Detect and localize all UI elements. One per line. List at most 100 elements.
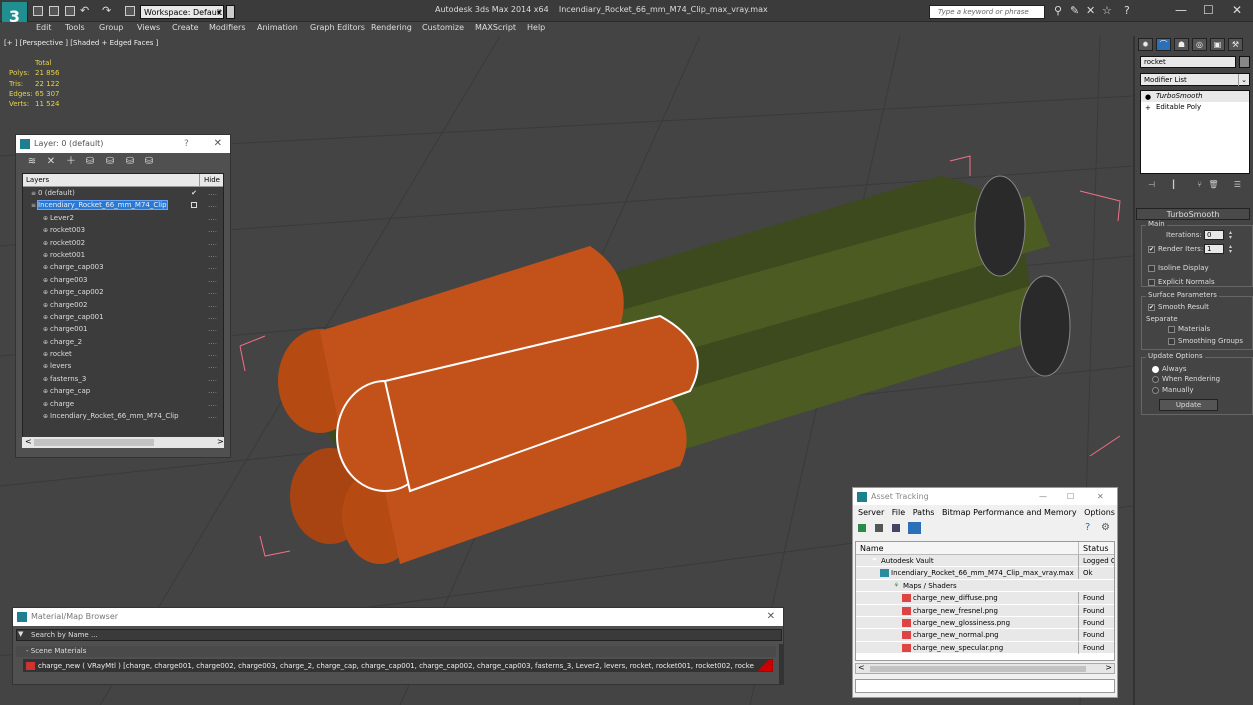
menu-edit[interactable]: Edit <box>36 23 52 32</box>
menu-help[interactable]: Help <box>527 23 545 32</box>
layer-row[interactable]: ⊕ rocket001.... <box>23 249 223 261</box>
layer-row[interactable]: ⊕ rocket.... <box>23 348 223 360</box>
col-status[interactable]: Status <box>1078 542 1114 555</box>
material-row[interactable]: charge_new ( VRayMtl ) [charge, charge00… <box>23 659 773 672</box>
asset-row[interactable]: ⚘ Maps / Shaders <box>856 579 1114 593</box>
close-icon[interactable]: ✕ <box>214 135 222 153</box>
hide-toggle[interactable]: .... <box>208 286 217 298</box>
menu-graph-editors[interactable]: Graph Editors <box>310 23 365 32</box>
layer-row[interactable]: ⊕ charge_cap003.... <box>23 261 223 273</box>
col-layers[interactable]: Layers <box>26 176 49 184</box>
refresh-icon[interactable] <box>858 524 866 532</box>
binoculars-icon[interactable]: ⚲ <box>1054 5 1062 16</box>
list-view-icon[interactable] <box>875 524 883 532</box>
highlight-layer-icon[interactable]: ⛁ <box>104 156 116 168</box>
search-options-icon[interactable]: ▼ <box>18 630 23 638</box>
hide-toggle[interactable]: .... <box>208 410 217 422</box>
light-bulb-icon[interactable]: ● <box>1145 92 1151 102</box>
col-hide[interactable]: Hide <box>199 174 221 186</box>
asset-row[interactable]: charge_new_specular.png Found <box>856 641 1114 655</box>
menu-create[interactable]: Create <box>172 23 199 32</box>
menu-maxscript[interactable]: MAXScript <box>475 23 516 32</box>
stack-item-editable-poly[interactable]: + Editable Poly <box>1141 102 1249 113</box>
scroll-right-icon[interactable]: > <box>1105 663 1112 672</box>
layer-row[interactable]: ⊕ Lever2.... <box>23 212 223 224</box>
workspace-dropdown[interactable]: Workspace: Default ▾ <box>140 5 224 19</box>
favorites-star-icon[interactable]: ☆ <box>1102 5 1112 16</box>
hide-toggle[interactable]: .... <box>208 373 217 385</box>
hide-toggle[interactable]: .... <box>208 212 217 224</box>
display-tab-icon[interactable]: ▣ <box>1210 38 1225 51</box>
hide-toggle[interactable]: .... <box>208 199 217 211</box>
layer-row[interactable]: ⊕ charge002.... <box>23 299 223 311</box>
render-iters-spinner[interactable]: 1 <box>1204 244 1224 254</box>
update-button[interactable]: Update <box>1159 399 1218 411</box>
modifier-list-dropdown[interactable]: Modifier List ⌄ <box>1140 73 1250 86</box>
close-icon[interactable]: ✕ <box>1097 488 1104 505</box>
manually-radio[interactable] <box>1152 387 1159 394</box>
menu-rendering[interactable]: Rendering <box>371 23 412 32</box>
hide-toggle[interactable]: .... <box>208 348 217 360</box>
scroll-thumb[interactable] <box>870 666 1086 672</box>
hide-toggle[interactable]: .... <box>208 336 217 348</box>
layer-row[interactable]: ≡ 0 (default) ✔.... <box>23 187 223 199</box>
menu-modifiers[interactable]: Modifiers <box>209 23 246 32</box>
menu-animation[interactable]: Animation <box>257 23 298 32</box>
object-name-field[interactable]: rocket <box>1140 56 1236 68</box>
remove-modifier-icon[interactable]: 🗑 <box>1207 179 1220 192</box>
maximize-icon[interactable]: ☐ <box>1067 488 1074 505</box>
hide-toggle[interactable]: .... <box>208 299 217 311</box>
table-view-icon[interactable] <box>908 522 921 534</box>
hide-toggle[interactable]: .... <box>208 323 217 335</box>
asset-row[interactable]: ☂ Autodesk Vault Logged C <box>856 555 1114 568</box>
hide-toggle[interactable]: .... <box>208 187 217 199</box>
layer-row[interactable]: ⊕ rocket003.... <box>23 224 223 236</box>
hide-toggle[interactable]: .... <box>208 311 217 323</box>
make-current-checkbox[interactable] <box>191 202 197 209</box>
workspace-menu-button[interactable] <box>226 5 235 19</box>
asset-hscrollbar[interactable]: < > <box>855 663 1115 674</box>
asset-window-titlebar[interactable]: Asset Tracking — ☐ ✕ <box>853 488 1117 505</box>
maximize-button[interactable]: ☐ <box>1203 3 1214 17</box>
menu-views[interactable]: Views <box>137 23 160 32</box>
settings-icon[interactable]: ⚙ <box>1101 522 1110 533</box>
make-unique-icon[interactable]: ⑂ <box>1193 179 1206 192</box>
subscription-icon[interactable]: ✎ <box>1070 5 1079 16</box>
turbosmooth-rollout-header[interactable]: TurboSmooth <box>1136 208 1250 220</box>
configure-sets-icon[interactable]: ☰ <box>1231 179 1244 192</box>
create-layer-icon[interactable]: ≋ <box>26 156 38 168</box>
layer-row[interactable]: ⊕ fasterns_3.... <box>23 373 223 385</box>
active-layer-check-icon[interactable]: ✔ <box>191 187 197 199</box>
hide-all-icon[interactable]: ⛁ <box>124 156 136 168</box>
pin-stack-icon[interactable]: ⊣ <box>1145 179 1158 192</box>
help-icon[interactable]: ? <box>184 135 189 153</box>
utilities-tab-icon[interactable]: ⚒ <box>1228 38 1243 51</box>
expand-plus-icon[interactable]: + <box>1145 103 1151 113</box>
asset-menu-bitmap[interactable]: Bitmap Performance and Memory <box>942 508 1077 517</box>
viewport-label[interactable]: [+ ] [Perspective ] [Shaded + Edged Face… <box>4 39 158 47</box>
show-end-result-icon[interactable]: ┃ <box>1167 179 1180 192</box>
scroll-right-icon[interactable]: > <box>217 437 224 446</box>
close-icon[interactable]: ✕ <box>767 608 775 626</box>
smoothing-groups-checkbox[interactable] <box>1168 338 1175 345</box>
communication-icon[interactable]: ✕ <box>1086 5 1095 16</box>
asset-menu-file[interactable]: File <box>892 508 905 517</box>
spinner-arrows-icon[interactable]: ▴ ▾ <box>1229 230 1235 241</box>
minimize-icon[interactable]: — <box>1039 488 1047 505</box>
smooth-result-checkbox[interactable]: ✔ <box>1148 304 1155 311</box>
asset-row[interactable]: charge_new_normal.png Found <box>856 629 1114 642</box>
asset-row[interactable]: charge_new_fresnel.png Found <box>856 604 1114 617</box>
spinner-arrows-icon[interactable]: ▴ ▾ <box>1229 244 1235 255</box>
asset-menu-server[interactable]: Server <box>858 508 884 517</box>
layer-row[interactable]: ⊕ charge003.... <box>23 274 223 286</box>
hierarchy-tab-icon[interactable]: ☗ <box>1174 38 1189 51</box>
hide-toggle[interactable]: .... <box>208 237 217 249</box>
hide-toggle[interactable]: .... <box>208 274 217 286</box>
scene-materials-section[interactable]: - Scene Materials <box>16 646 776 657</box>
hide-toggle[interactable]: .... <box>208 249 217 261</box>
undo-icon[interactable]: ↶ <box>80 5 89 16</box>
asset-row[interactable]: charge_new_glossiness.png Found <box>856 616 1114 630</box>
iterations-spinner[interactable]: 0 <box>1204 230 1224 240</box>
asset-menu-paths[interactable]: Paths <box>913 508 935 517</box>
always-radio[interactable] <box>1152 366 1159 373</box>
